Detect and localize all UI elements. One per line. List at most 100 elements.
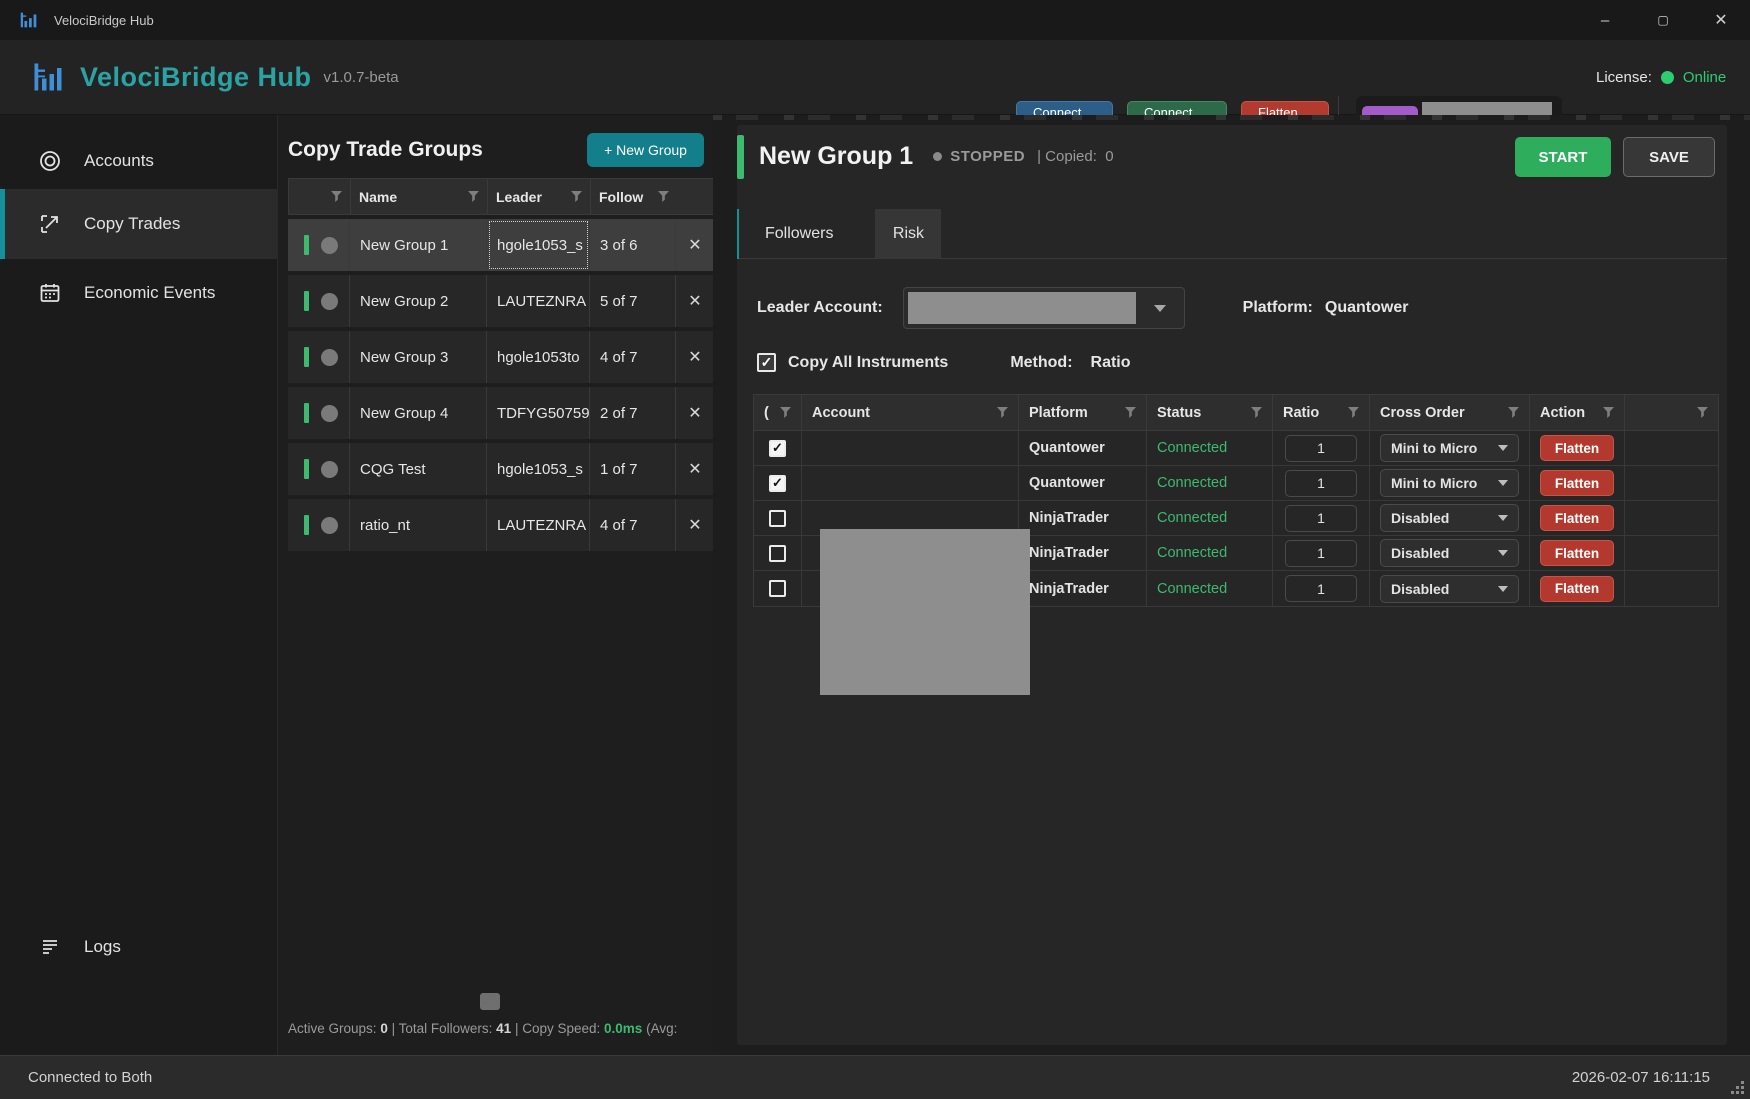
delete-group-button[interactable]: ✕ — [688, 403, 701, 423]
filter-icon[interactable] — [658, 191, 669, 202]
delete-group-button[interactable]: ✕ — [688, 515, 701, 535]
flatten-button[interactable]: Flatten — [1540, 576, 1614, 602]
license-status: Online — [1683, 69, 1726, 86]
flatten-button[interactable]: Flatten — [1540, 540, 1614, 566]
group-leader: LAUTEZNRA — [497, 293, 586, 310]
chevron-down-icon — [1498, 445, 1508, 451]
group-active-indicator — [304, 459, 309, 479]
group-accent-bar — [737, 135, 744, 179]
horizontal-scrollbar-thumb[interactable] — [480, 993, 500, 1010]
app-version: v1.0.7-beta — [324, 69, 399, 86]
sidebar-item-economic-events[interactable]: Economic Events — [0, 265, 277, 321]
cross-order-dropdown[interactable]: Mini to Micro — [1380, 434, 1519, 462]
groups-table: Name Leader Follow New Group 1 hgole1053… — [288, 178, 713, 551]
filter-icon[interactable] — [1251, 407, 1262, 418]
filter-icon[interactable] — [780, 407, 791, 418]
ratio-input[interactable] — [1285, 575, 1357, 602]
delete-group-button[interactable]: ✕ — [688, 235, 701, 255]
maximize-button[interactable]: ▢ — [1634, 0, 1692, 40]
follower-status: Connected — [1157, 475, 1227, 491]
copied-count: 0 — [1105, 148, 1113, 165]
filter-icon[interactable] — [1508, 407, 1519, 418]
leader-account-dropdown[interactable] — [903, 287, 1185, 329]
group-leader: hgole1053to — [497, 349, 580, 366]
copy-trades-icon — [38, 212, 62, 236]
column-header-leader: Leader — [496, 189, 542, 205]
group-row[interactable]: New Group 2 LAUTEZNRA 5 of 7 ✕ — [288, 275, 713, 327]
ratio-input[interactable] — [1285, 470, 1357, 497]
follower-checkbox[interactable]: ✓ — [769, 440, 786, 457]
tab-followers[interactable]: Followers — [765, 225, 833, 243]
ratio-input[interactable] — [1285, 505, 1357, 532]
cross-order-dropdown[interactable]: Disabled — [1380, 539, 1519, 567]
filter-icon[interactable] — [1348, 407, 1359, 418]
brand-logo-icon — [30, 59, 66, 95]
ratio-input[interactable] — [1285, 540, 1357, 567]
group-status-text: STOPPED — [950, 148, 1025, 165]
follower-platform: Quantower — [1029, 440, 1105, 456]
resize-grip[interactable] — [1730, 1080, 1744, 1094]
filter-icon[interactable] — [468, 191, 479, 202]
ratio-input[interactable] — [1285, 435, 1357, 462]
flatten-button[interactable]: Flatten — [1540, 470, 1614, 496]
group-row[interactable]: ratio_nt LAUTEZNRA 4 of 7 ✕ — [288, 499, 713, 551]
group-follow-count: 4 of 7 — [600, 349, 638, 366]
group-row[interactable]: New Group 3 hgole1053to 4 of 7 ✕ — [288, 331, 713, 383]
group-leader: TDFYG50759 — [497, 405, 590, 422]
sidebar-item-copy-trades[interactable]: Copy Trades — [0, 189, 277, 259]
group-row[interactable]: CQG Test hgole1053_s 1 of 7 ✕ — [288, 443, 713, 495]
column-header-status: Status — [1157, 405, 1201, 421]
column-header-name: Name — [359, 189, 397, 205]
filter-icon[interactable] — [1603, 407, 1614, 418]
cross-order-dropdown[interactable]: Disabled — [1380, 575, 1519, 603]
follower-checkbox[interactable] — [769, 545, 786, 562]
delete-group-button[interactable]: ✕ — [688, 347, 701, 367]
cross-order-dropdown[interactable]: Mini to Micro — [1380, 469, 1519, 497]
group-follow-count: 3 of 6 — [600, 237, 638, 254]
copy-all-row: ✓ Copy All Instruments Method: Ratio — [757, 353, 1727, 372]
group-row[interactable]: New Group 1 hgole1053_s 3 of 6 ✕ — [288, 219, 713, 271]
window-title: VelociBridge Hub — [54, 13, 154, 28]
column-header-select: ( — [764, 405, 769, 421]
sidebar-item-label: Logs — [84, 937, 121, 957]
sidebar-item-accounts[interactable]: Accounts — [0, 133, 277, 189]
tab-risk[interactable]: Risk — [875, 209, 941, 259]
start-button[interactable]: START — [1515, 137, 1611, 177]
copy-all-checkbox[interactable]: ✓ — [757, 353, 776, 372]
follower-checkbox[interactable] — [769, 580, 786, 597]
copy-all-label: Copy All Instruments — [788, 354, 948, 372]
new-group-button[interactable]: + New Group — [587, 133, 704, 167]
group-detail-header: New Group 1 STOPPED | Copied: 0 START SA… — [737, 125, 1727, 187]
group-active-indicator — [304, 403, 309, 423]
follower-platform: Quantower — [1029, 475, 1105, 491]
content-area: Accounts Copy Trades Economic Ev — [0, 115, 1750, 1055]
delete-group-button[interactable]: ✕ — [688, 291, 701, 311]
filter-icon[interactable] — [997, 407, 1008, 418]
sidebar-item-logs[interactable]: Logs — [0, 919, 277, 975]
follower-row: ✓ Quantower Connected Mini to Micro Flat… — [754, 466, 1718, 501]
platform-value: Quantower — [1325, 299, 1409, 317]
filter-icon[interactable] — [331, 191, 342, 202]
close-button[interactable]: ✕ — [1692, 0, 1750, 40]
group-name: New Group 4 — [360, 405, 448, 422]
leader-account-label: Leader Account: — [757, 299, 883, 317]
cross-order-dropdown[interactable]: Disabled — [1380, 504, 1519, 532]
group-follow-count: 1 of 7 — [600, 461, 638, 478]
group-follow-count: 2 of 7 — [600, 405, 638, 422]
filter-icon[interactable] — [1697, 407, 1708, 418]
filter-icon[interactable] — [571, 191, 582, 202]
delete-group-button[interactable]: ✕ — [688, 459, 701, 479]
group-status-dot — [321, 293, 338, 310]
save-button[interactable]: SAVE — [1623, 137, 1715, 177]
flatten-button[interactable]: Flatten — [1540, 435, 1614, 461]
group-row[interactable]: New Group 4 TDFYG50759 2 of 7 ✕ — [288, 387, 713, 439]
accounts-icon — [38, 149, 62, 173]
column-header-follow: Follow — [599, 189, 643, 205]
flatten-button[interactable]: Flatten — [1540, 505, 1614, 531]
app-title: VelociBridge Hub — [80, 62, 312, 93]
follower-checkbox[interactable] — [769, 510, 786, 527]
follower-checkbox[interactable]: ✓ — [769, 475, 786, 492]
filter-icon[interactable] — [1125, 407, 1136, 418]
minimize-button[interactable]: – — [1576, 0, 1634, 40]
groups-table-header: Name Leader Follow — [288, 178, 713, 215]
